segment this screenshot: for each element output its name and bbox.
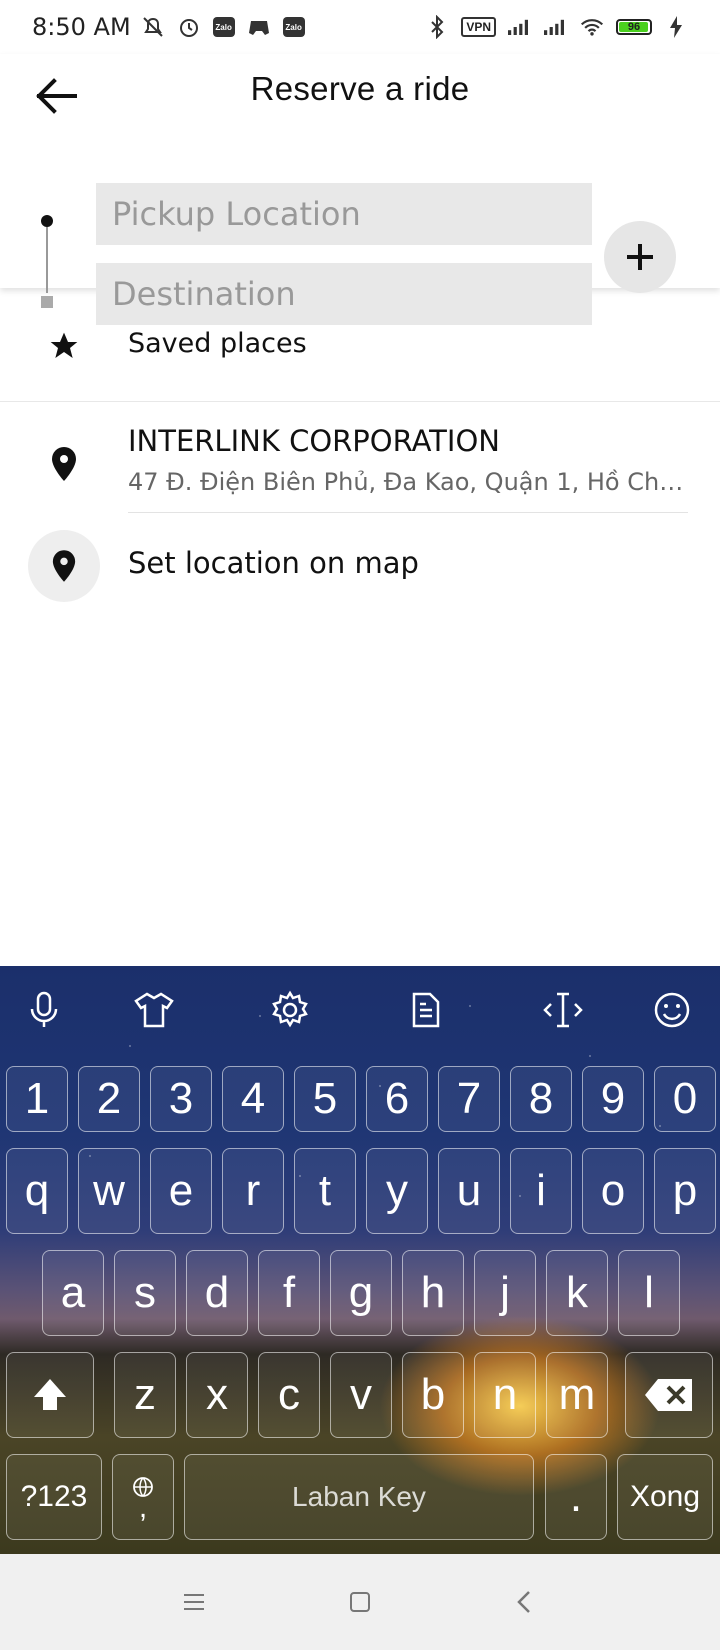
key-d[interactable]: d	[186, 1250, 248, 1336]
star-icon	[44, 326, 84, 366]
charging-icon	[664, 16, 688, 38]
done-key[interactable]: Xong	[617, 1454, 713, 1540]
zalo-icon: Zalo	[212, 17, 235, 37]
clipboard-icon[interactable]	[404, 988, 448, 1032]
status-system-icons: VPN 96	[425, 15, 688, 39]
key-9[interactable]: 9	[582, 1066, 644, 1132]
wifi-icon	[580, 16, 604, 38]
saved-places-label: Saved places	[128, 328, 307, 359]
status-time: 8:50 AM	[32, 13, 131, 41]
saved-places-row[interactable]: Saved places	[0, 288, 720, 402]
key-0[interactable]: 0	[654, 1066, 716, 1132]
backspace-icon	[645, 1379, 692, 1411]
key-a[interactable]: a	[42, 1250, 104, 1336]
keyboard: 1234567890 qwertyuiop asdfghjkl zxcvbnm ?12…	[0, 966, 720, 1554]
key-k[interactable]: k	[546, 1250, 608, 1336]
vpn-icon: VPN	[461, 17, 496, 37]
status-bar: 8:50 AM Zalo Zalo VPN 96	[0, 0, 720, 54]
key-1[interactable]: 1	[6, 1066, 68, 1132]
settings-icon[interactable]	[268, 988, 312, 1032]
key-w[interactable]: w	[78, 1148, 140, 1234]
key-h[interactable]: h	[402, 1250, 464, 1336]
location-pin-icon	[44, 444, 84, 484]
key-5[interactable]: 5	[294, 1066, 356, 1132]
key-z[interactable]: z	[114, 1352, 176, 1438]
back-icon[interactable]	[505, 1582, 545, 1622]
shift-key[interactable]	[6, 1352, 94, 1438]
key-f[interactable]: f	[258, 1250, 320, 1336]
symbols-key[interactable]: ?123	[6, 1454, 102, 1540]
key-r[interactable]: r	[222, 1148, 284, 1234]
key-3[interactable]: 3	[150, 1066, 212, 1132]
backspace-key[interactable]	[625, 1352, 713, 1438]
alarm-icon	[177, 16, 201, 38]
list-divider	[128, 512, 688, 513]
place-address: 47 Đ. Điện Biên Phủ, Đa Kao, Quận 1, Hồ …	[128, 468, 688, 496]
recent-place-row[interactable]: INTERLINK CORPORATION 47 Đ. Điện Biên Ph…	[0, 402, 720, 530]
key-i[interactable]: i	[510, 1148, 572, 1234]
signal-icon	[508, 16, 532, 38]
emoji-icon[interactable]	[650, 988, 694, 1032]
route-line	[46, 227, 48, 293]
key-c[interactable]: c	[258, 1352, 320, 1438]
key-v[interactable]: v	[330, 1352, 392, 1438]
location-pin-icon	[52, 550, 76, 582]
mute-icon	[141, 16, 165, 38]
key-8[interactable]: 8	[510, 1066, 572, 1132]
navigation-bar	[0, 1554, 720, 1650]
period-key[interactable]: .	[545, 1454, 607, 1540]
key-p[interactable]: p	[654, 1148, 716, 1234]
page-title: Reserve a ride	[250, 70, 470, 107]
pickup-input[interactable]: Pickup Location	[96, 183, 592, 245]
key-o[interactable]: o	[582, 1148, 644, 1234]
zalo-icon: Zalo	[282, 17, 305, 37]
signal-icon	[544, 16, 568, 38]
key-7[interactable]: 7	[438, 1066, 500, 1132]
key-t[interactable]: t	[294, 1148, 356, 1234]
space-key[interactable]: Laban Key	[184, 1454, 534, 1540]
key-b[interactable]: b	[402, 1352, 464, 1438]
microphone-icon[interactable]	[22, 988, 66, 1032]
comma-label: ,	[138, 1491, 148, 1524]
key-g[interactable]: g	[330, 1250, 392, 1336]
set-location-row[interactable]: Set location on map	[0, 530, 720, 620]
menu-icon[interactable]	[174, 1582, 214, 1622]
bluetooth-icon	[425, 15, 449, 39]
add-stop-button[interactable]	[604, 221, 676, 293]
theme-icon[interactable]	[132, 988, 176, 1032]
key-e[interactable]: e	[150, 1148, 212, 1234]
key-l[interactable]: l	[618, 1250, 680, 1336]
battery-icon: 96	[616, 19, 652, 35]
key-j[interactable]: j	[474, 1250, 536, 1336]
game-icon	[247, 16, 271, 38]
cursor-icon[interactable]	[541, 988, 585, 1032]
place-title: INTERLINK CORPORATION	[128, 424, 500, 458]
key-6[interactable]: 6	[366, 1066, 428, 1132]
map-pin-badge	[28, 530, 100, 602]
keyboard-toolbar	[0, 966, 720, 1054]
key-2[interactable]: 2	[78, 1066, 140, 1132]
key-m[interactable]: m	[546, 1352, 608, 1438]
status-notification-icons: Zalo Zalo	[141, 16, 305, 38]
ride-header: Reserve a ride Pickup Location Destinati…	[0, 54, 720, 325]
set-location-label: Set location on map	[128, 546, 419, 580]
plus-icon	[627, 244, 653, 270]
key-s[interactable]: s	[114, 1250, 176, 1336]
key-q[interactable]: q	[6, 1148, 68, 1234]
shift-icon	[34, 1379, 66, 1410]
key-x[interactable]: x	[186, 1352, 248, 1438]
home-icon[interactable]	[340, 1582, 380, 1622]
key-u[interactable]: u	[438, 1148, 500, 1234]
pickup-dot-icon	[41, 215, 53, 227]
key-n[interactable]: n	[474, 1352, 536, 1438]
language-key[interactable]: ,	[112, 1454, 174, 1540]
key-4[interactable]: 4	[222, 1066, 284, 1132]
key-y[interactable]: y	[366, 1148, 428, 1234]
